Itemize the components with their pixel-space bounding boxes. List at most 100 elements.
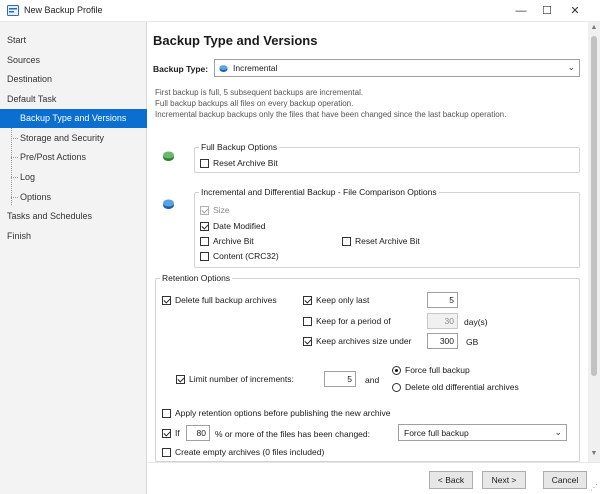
cancel-button[interactable]: Cancel (543, 471, 587, 489)
if-changed-suffix: % or more of the files has been changed: (215, 429, 370, 439)
sidebar-item-options[interactable]: Options (0, 188, 147, 207)
title-bar: New Backup Profile — ☐ ✕ (0, 0, 600, 22)
reset-archive-bit-full-checkbox[interactable]: Reset Archive Bit (200, 158, 278, 168)
full-backup-options-title: Full Backup Options (199, 142, 280, 152)
maximize-button[interactable]: ☐ (534, 2, 560, 20)
sidebar-item-storage-security[interactable]: Storage and Security (0, 129, 147, 148)
page-title: Backup Type and Versions (153, 33, 318, 48)
radio-dot[interactable] (392, 365, 401, 375)
checkbox-box[interactable] (303, 316, 312, 326)
archive-bit-checkbox[interactable]: Archive Bit (200, 236, 254, 246)
sidebar-item-start[interactable]: Start (0, 31, 147, 50)
keep-size-unit: GB (466, 337, 479, 347)
delete-old-differential-label: Delete old differential archives (405, 382, 519, 392)
reset-archive-bit-comparison-checkbox[interactable]: Reset Archive Bit (342, 236, 420, 246)
if-changed-prefix: If (175, 428, 180, 438)
keep-size-input[interactable]: 300 (427, 333, 458, 349)
keep-period-checkbox[interactable]: Keep for a period of (303, 316, 391, 326)
checkbox-box[interactable] (200, 236, 209, 246)
close-button[interactable]: ✕ (562, 2, 588, 20)
checkbox-box[interactable] (162, 428, 171, 438)
delete-old-differential-radio[interactable]: Delete old differential archives (392, 382, 519, 392)
retention-options-title: Retention Options (160, 273, 233, 283)
if-changed-action-value: Force full backup (404, 428, 469, 438)
scroll-down-icon[interactable]: ▼ (588, 450, 600, 457)
keep-only-last-input[interactable]: 5 (427, 292, 458, 308)
checkbox-box[interactable] (342, 236, 351, 246)
apply-retention-before-checkbox[interactable]: Apply retention options before publishin… (162, 408, 390, 418)
if-changed-checkbox[interactable]: If (162, 428, 180, 438)
backup-type-value: Incremental (233, 63, 278, 73)
date-modified-checkbox[interactable]: Date Modified (200, 221, 265, 231)
minimize-button[interactable]: — (508, 2, 534, 20)
scroll-thumb[interactable] (591, 36, 597, 376)
vertical-scrollbar[interactable]: ▲ ▼ (588, 22, 600, 462)
retention-options-group: Retention Options Delete full backup arc… (155, 273, 580, 462)
comparison-options-title: Incremental and Differential Backup - Fi… (199, 187, 439, 197)
resize-grip-icon[interactable]: ⋰ (590, 483, 598, 492)
sidebar-item-pre-post-actions[interactable]: Pre/Post Actions (0, 148, 147, 167)
force-full-backup-label: Force full backup (405, 365, 470, 375)
incremental-icon (219, 65, 228, 72)
sidebar-item-destination[interactable]: Destination (0, 70, 147, 89)
delete-full-archives-label: Delete full backup archives (175, 295, 277, 305)
sidebar-item-backup-type[interactable]: Backup Type and Versions (0, 109, 147, 128)
checkbox-box[interactable] (200, 205, 209, 215)
description-line: Incremental backup backups only the file… (155, 110, 507, 119)
keep-period-label: Keep for a period of (316, 316, 391, 326)
comparison-options-group: Incremental and Differential Backup - Fi… (194, 187, 580, 268)
description-line: Full backup backups all files on every b… (155, 99, 354, 108)
checkbox-box[interactable] (162, 447, 171, 457)
checkbox-box[interactable] (200, 251, 209, 261)
checkbox-box[interactable] (176, 374, 185, 384)
backup-type-label: Backup Type: (153, 64, 209, 74)
if-changed-action-select[interactable]: Force full backup ⌄ (398, 424, 567, 441)
reset-archive-bit-comparison-label: Reset Archive Bit (355, 236, 420, 246)
force-full-backup-radio[interactable]: Force full backup (392, 365, 470, 375)
full-backup-icon (163, 151, 174, 161)
incremental-backup-icon (163, 199, 174, 209)
keep-size-label: Keep archives size under (316, 336, 412, 346)
sidebar-item-sources[interactable]: Sources (0, 51, 147, 70)
checkbox-box[interactable] (303, 336, 312, 346)
if-changed-percent-input[interactable]: 80 (186, 425, 210, 441)
keep-only-last-checkbox[interactable]: Keep only last (303, 295, 369, 305)
content-crc32-checkbox[interactable]: Content (CRC32) (200, 251, 279, 261)
checkbox-box[interactable] (200, 158, 209, 168)
chevron-down-icon: ⌄ (567, 62, 575, 72)
sidebar-item-default-task[interactable]: Default Task (0, 90, 147, 109)
checkbox-box[interactable] (303, 295, 312, 305)
checkbox-box[interactable] (162, 408, 171, 418)
full-backup-options-group: Full Backup Options Reset Archive Bit (194, 142, 580, 173)
main-panel: Backup Type and Versions Backup Type: In… (148, 22, 588, 462)
chevron-down-icon: ⌄ (554, 427, 562, 437)
limit-increments-label: Limit number of increments: (189, 374, 294, 384)
sidebar-item-log[interactable]: Log (0, 168, 147, 187)
backup-type-select[interactable]: Incremental ⌄ (214, 59, 580, 77)
footer-bar: < Back Next > Cancel ⋰ (148, 462, 600, 494)
archive-bit-label: Archive Bit (213, 236, 254, 246)
scroll-up-icon[interactable]: ▲ (588, 24, 600, 31)
keep-size-checkbox[interactable]: Keep archives size under (303, 336, 411, 346)
content-crc32-label: Content (CRC32) (213, 251, 279, 261)
sidebar-item-tasks-schedules[interactable]: Tasks and Schedules (0, 207, 147, 226)
size-label: Size (213, 205, 230, 215)
limit-increments-checkbox[interactable]: Limit number of increments: (176, 374, 294, 384)
keep-period-unit: day(s) (464, 317, 488, 327)
radio-dot[interactable] (392, 382, 401, 392)
create-empty-archives-checkbox[interactable]: Create empty archives (0 files included) (162, 447, 324, 457)
delete-full-archives-checkbox[interactable]: Delete full backup archives (162, 295, 277, 305)
checkbox-box[interactable] (200, 221, 209, 231)
keep-period-input[interactable]: 30 (427, 313, 458, 329)
window-title: New Backup Profile (24, 5, 103, 15)
limit-increments-input[interactable]: 5 (324, 371, 356, 387)
checkbox-box[interactable] (162, 295, 171, 305)
size-checkbox[interactable]: Size (200, 205, 230, 215)
apply-retention-before-label: Apply retention options before publishin… (175, 408, 391, 418)
app-icon (7, 5, 19, 16)
sidebar-nav: Start Sources Destination Default Task B… (0, 22, 147, 494)
back-button[interactable]: < Back (429, 471, 473, 489)
keep-only-last-label: Keep only last (316, 295, 370, 305)
sidebar-item-finish[interactable]: Finish (0, 227, 147, 246)
next-button[interactable]: Next > (482, 471, 526, 489)
